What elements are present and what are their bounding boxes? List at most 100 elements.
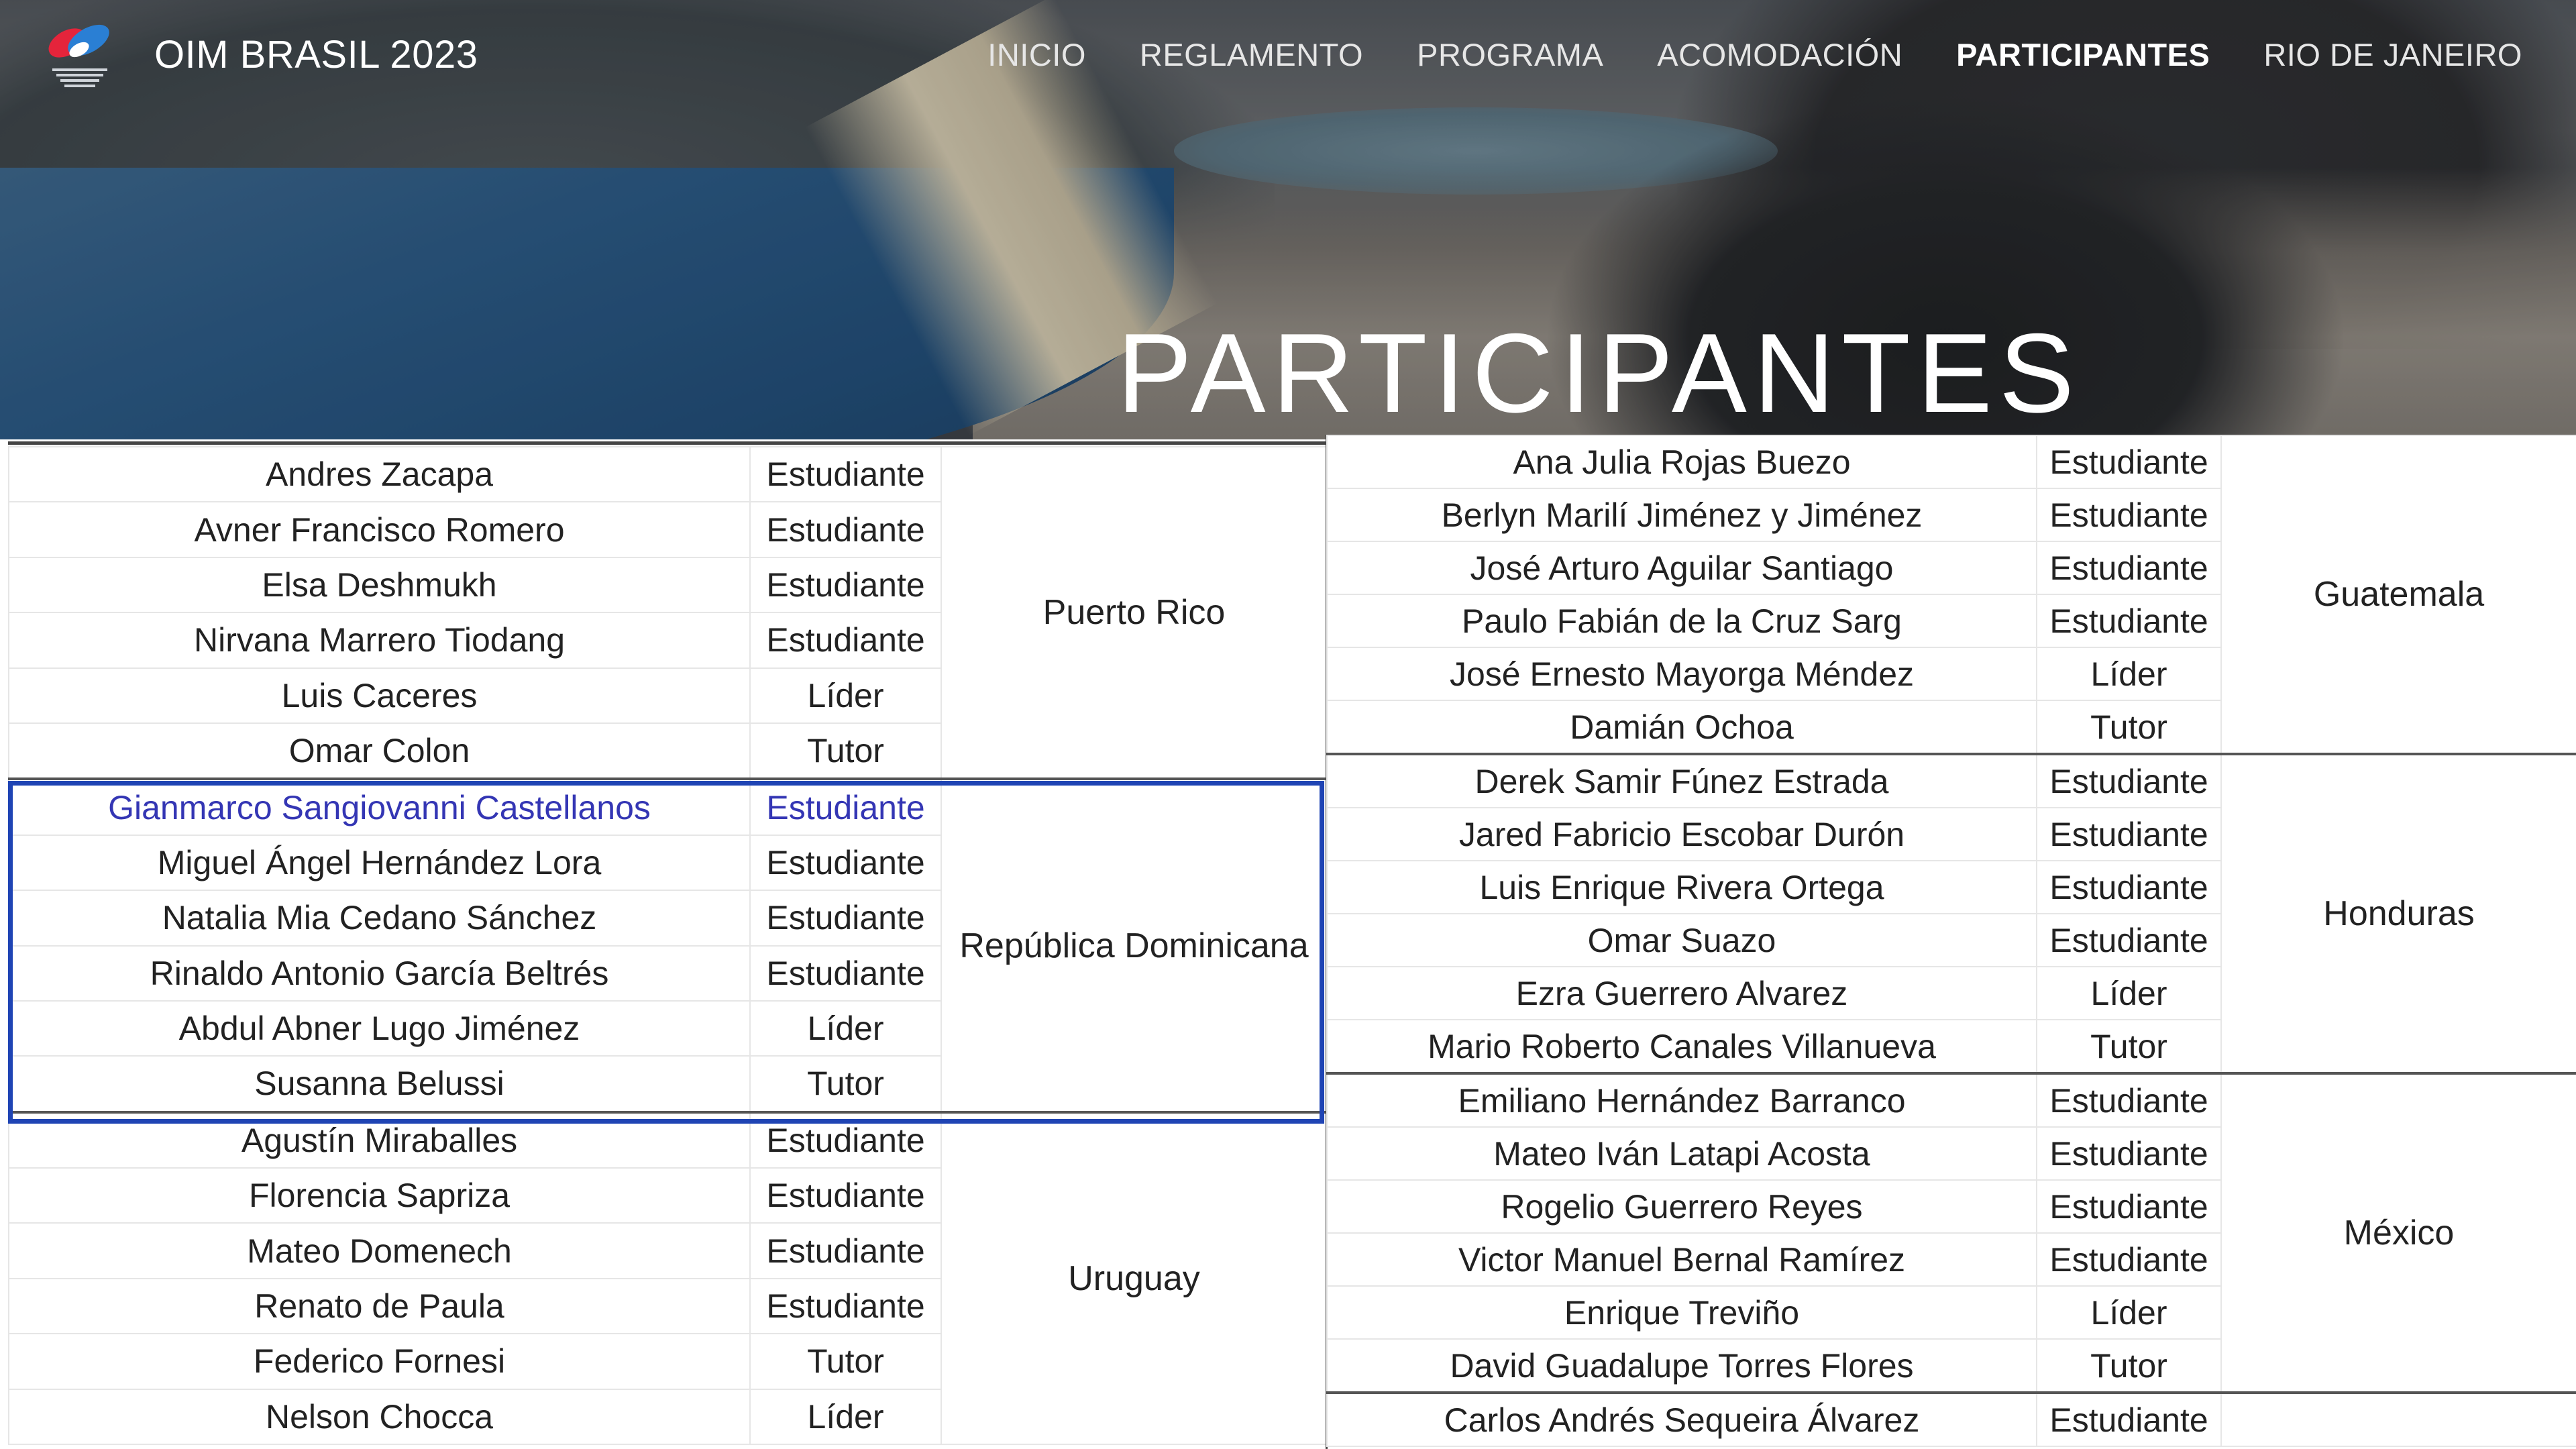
table-row: Ana Julia Rojas Buezo Estudiante Guatemala bbox=[1326, 435, 2576, 755]
participant-role: Estudiante bbox=[2036, 1072, 2222, 1128]
participant-name: David Guadalupe Torres Flores bbox=[1326, 1338, 2037, 1393]
participant-name: Miguel Ángel Hernández Lora bbox=[8, 834, 751, 892]
participant-role: Estudiante bbox=[2036, 860, 2222, 914]
participants-table-left: Andres Zacapa Estudiante Puerto Rico Avner … bbox=[8, 445, 1328, 1446]
participant-role: Tutor bbox=[2036, 700, 2222, 755]
participant-name: Rinaldo Antonio García Beltrés bbox=[8, 945, 751, 1002]
participant-name: Mateo Iván Latapi Acosta bbox=[1326, 1126, 2037, 1181]
participant-role: Líder bbox=[2036, 966, 2222, 1020]
participant-role: Líder bbox=[2036, 647, 2222, 701]
participant-name: Federico Fornesi bbox=[8, 1333, 751, 1390]
participant-role: Tutor bbox=[749, 1333, 942, 1390]
nav-inicio[interactable]: INICIO bbox=[987, 36, 1086, 73]
participant-name: Berlyn Marilí Jiménez y Jiménez bbox=[1326, 488, 2037, 542]
table-row: Agustín Miraballes Estudiante Uruguay bbox=[8, 1110, 1328, 1446]
country-cell: República Dominicana bbox=[941, 777, 1328, 1113]
participant-name: Damián Ochoa bbox=[1326, 700, 2037, 755]
country-cell: Guatemala bbox=[2220, 435, 2576, 755]
participant-name: Luis Caceres bbox=[8, 667, 751, 724]
participant-role: Estudiante bbox=[2036, 1179, 2222, 1234]
participant-name: Susanna Belussi bbox=[8, 1055, 751, 1113]
participant-name: Carlos Andrés Sequeira Álvarez bbox=[1326, 1391, 2037, 1447]
participant-name: Renato de Paula bbox=[8, 1277, 751, 1335]
participant-role: Estudiante bbox=[749, 945, 942, 1002]
participant-name: José Ernesto Mayorga Méndez bbox=[1326, 647, 2037, 701]
participant-role: Tutor bbox=[2036, 1338, 2222, 1393]
participant-name: Mario Roberto Canales Villanueva bbox=[1326, 1019, 2037, 1074]
participant-name: Natalia Mia Cedano Sánchez bbox=[8, 890, 751, 947]
participant-role: Estudiante bbox=[749, 1222, 942, 1279]
country-cell: Honduras bbox=[2220, 753, 2576, 1074]
participant-name: Agustín Miraballes bbox=[8, 1110, 751, 1169]
table-row: Gianmarco Sangiovanni Castellanos Estudia… bbox=[8, 777, 1328, 1113]
participant-role: Estudiante bbox=[2036, 1391, 2222, 1447]
nav-reglamento[interactable]: REGLAMENTO bbox=[1140, 36, 1363, 73]
country-cell: Uruguay bbox=[941, 1110, 1328, 1446]
participant-role: Estudiante bbox=[749, 1167, 942, 1224]
nav-rio-de-janeiro[interactable]: RIO DE JANEIRO bbox=[2263, 36, 2522, 73]
country-cell: Puerto Rico bbox=[941, 445, 1328, 780]
participant-name: Avner Francisco Romero bbox=[8, 501, 751, 558]
participant-name: José Arturo Aguilar Santiago bbox=[1326, 541, 2037, 595]
page-title: PARTICIPANTES bbox=[1117, 310, 2081, 436]
participant-role: Estudiante bbox=[749, 890, 942, 947]
participant-role: Estudiante bbox=[2036, 1232, 2222, 1287]
participant-role: Estudiante bbox=[749, 556, 942, 614]
participant-role[interactable]: Estudiante bbox=[749, 777, 942, 836]
participant-role: Líder bbox=[749, 667, 942, 724]
participant-role: Estudiante bbox=[2036, 435, 2222, 489]
participant-name: Omar Colon bbox=[8, 722, 751, 780]
country-cell bbox=[2220, 1391, 2576, 1447]
participant-role: Estudiante bbox=[749, 1277, 942, 1335]
participant-name: Rogelio Guerrero Reyes bbox=[1326, 1179, 2037, 1234]
oim-logo[interactable] bbox=[40, 20, 119, 93]
participant-name: Enrique Treviño bbox=[1326, 1285, 2037, 1340]
table-row: Carlos Andrés Sequeira Álvarez Estudiante bbox=[1326, 1391, 2576, 1447]
participant-role: Estudiante bbox=[749, 612, 942, 669]
participant-role: Líder bbox=[2036, 1285, 2222, 1340]
table-row: Andres Zacapa Estudiante Puerto Rico bbox=[8, 445, 1328, 780]
participant-role: Estudiante bbox=[2036, 807, 2222, 861]
participant-role: Tutor bbox=[749, 1055, 942, 1113]
table-row: Derek Samir Fúnez Estrada Estudiante Hondu… bbox=[1326, 753, 2576, 1074]
participant-name[interactable]: Gianmarco Sangiovanni Castellanos bbox=[8, 777, 751, 836]
participant-role: Estudiante bbox=[749, 1110, 942, 1169]
participant-name: Nelson Chocca bbox=[8, 1388, 751, 1446]
participant-name: Ana Julia Rojas Buezo bbox=[1326, 435, 2037, 489]
participant-name: Andres Zacapa bbox=[8, 445, 751, 503]
participant-role: Tutor bbox=[2036, 1019, 2222, 1074]
participant-name: Derek Samir Fúnez Estrada bbox=[1326, 753, 2037, 808]
participant-role: Estudiante bbox=[749, 501, 942, 558]
participant-role: Estudiante bbox=[2036, 913, 2222, 967]
participant-name: Victor Manuel Bernal Ramírez bbox=[1326, 1232, 2037, 1287]
participant-name: Omar Suazo bbox=[1326, 913, 2037, 967]
participant-name: Paulo Fabián de la Cruz Sarg bbox=[1326, 594, 2037, 648]
participant-name: Ezra Guerrero Alvarez bbox=[1326, 966, 2037, 1020]
participant-role: Líder bbox=[749, 1000, 942, 1057]
participant-name: Abdul Abner Lugo Jiménez bbox=[8, 1000, 751, 1057]
participant-role: Estudiante bbox=[2036, 753, 2222, 808]
participant-role: Estudiante bbox=[2036, 594, 2222, 648]
participant-name: Florencia Sapriza bbox=[8, 1167, 751, 1224]
nav-participantes[interactable]: PARTICIPANTES bbox=[1956, 36, 2210, 73]
participant-role: Estudiante bbox=[749, 834, 942, 892]
participants-table-right: Ana Julia Rojas Buezo Estudiante Guatemala… bbox=[1326, 435, 2576, 1447]
participant-name: Nirvana Marrero Tiodang bbox=[8, 612, 751, 669]
table-row: Emiliano Hernández Barranco Estudiante Méx… bbox=[1326, 1072, 2576, 1393]
participant-name: Emiliano Hernández Barranco bbox=[1326, 1072, 2037, 1128]
participant-role: Estudiante bbox=[2036, 488, 2222, 542]
site-brand[interactable]: OIM BRASIL 2023 bbox=[154, 32, 478, 77]
participant-role: Estudiante bbox=[2036, 541, 2222, 595]
participant-name: Mateo Domenech bbox=[8, 1222, 751, 1279]
participant-name: Luis Enrique Rivera Ortega bbox=[1326, 860, 2037, 914]
participant-name: Elsa Deshmukh bbox=[8, 556, 751, 614]
nav-acomodacion[interactable]: ACOMODACIÓN bbox=[1657, 36, 1902, 73]
country-cell: México bbox=[2220, 1072, 2576, 1393]
participant-role: Estudiante bbox=[749, 445, 942, 503]
participant-role: Estudiante bbox=[2036, 1126, 2222, 1181]
participant-role: Tutor bbox=[749, 722, 942, 780]
nav-programa[interactable]: PROGRAMA bbox=[1417, 36, 1603, 73]
participant-name: Jared Fabricio Escobar Durón bbox=[1326, 807, 2037, 861]
main-nav: INICIO REGLAMENTO PROGRAMA ACOMODACIÓN P… bbox=[987, 36, 2522, 73]
participant-role: Líder bbox=[749, 1388, 942, 1446]
